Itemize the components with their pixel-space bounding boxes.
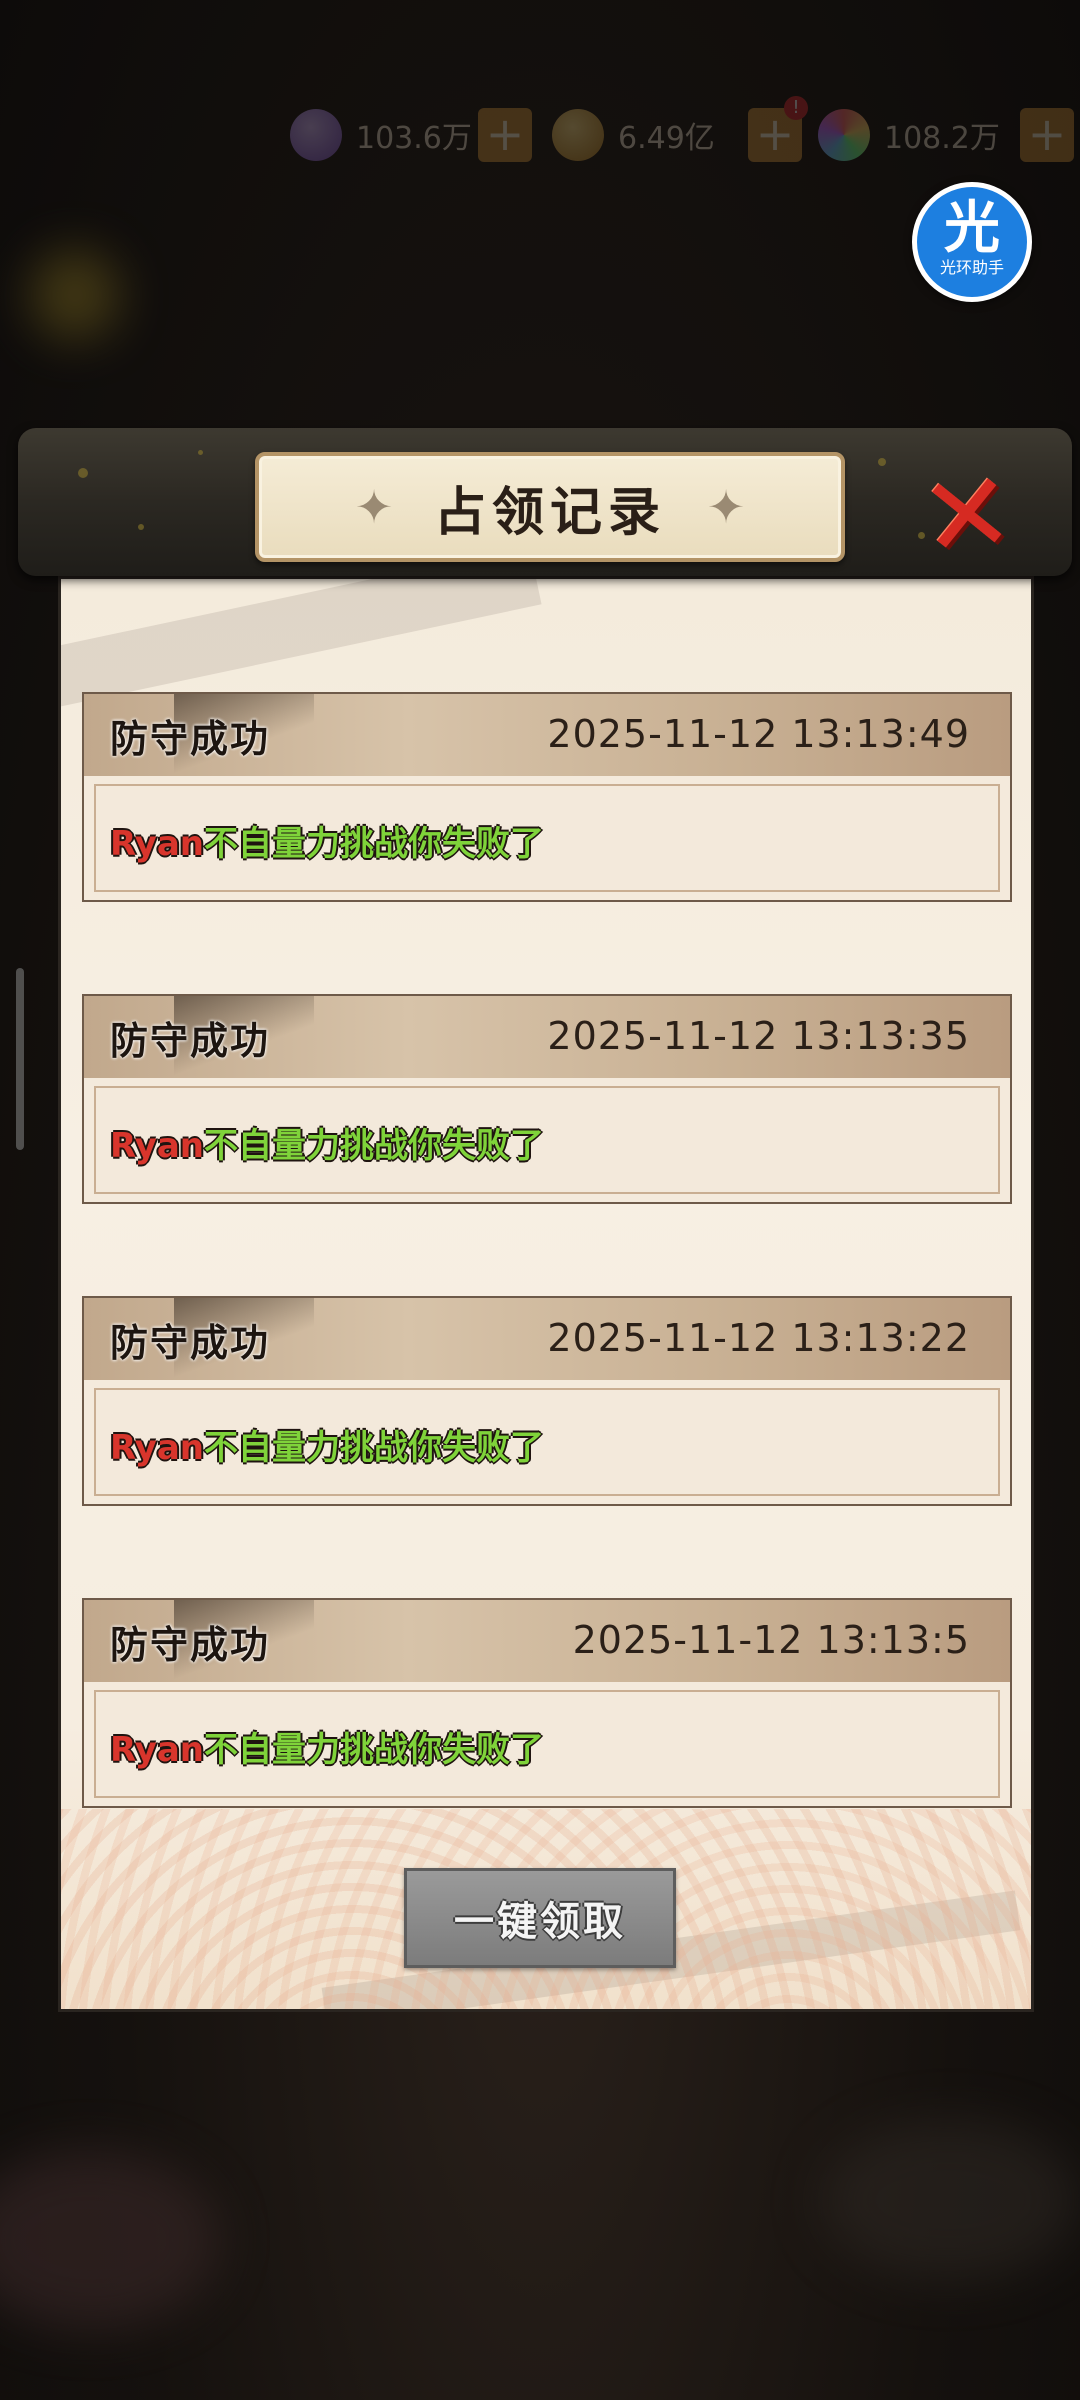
- close-button[interactable]: ✕: [914, 447, 1019, 584]
- opponent-name: Ryan: [110, 1730, 204, 1770]
- record-message: Ryan不自量力挑战你失败了: [110, 816, 544, 865]
- record-text: 不自量力挑战你失败了: [203, 1126, 544, 1166]
- record-body: Ryan不自量力挑战你失败了: [94, 1086, 1000, 1194]
- record-message: Ryan不自量力挑战你失败了: [110, 1420, 544, 1469]
- record-card: 防守成功 2025-11-12 13:13:49 Ryan不自量力挑战你失败了: [82, 692, 1012, 902]
- record-time: 2025-11-12 13:13:49: [547, 712, 970, 756]
- record-time: 2025-11-12 13:13:35: [547, 1014, 970, 1058]
- record-body: Ryan不自量力挑战你失败了: [94, 784, 1000, 892]
- record-time: 2025-11-12 13:13:22: [547, 1316, 970, 1360]
- side-drag-handle[interactable]: [16, 968, 24, 1150]
- record-text: 不自量力挑战你失败了: [203, 1730, 544, 1770]
- record-body: Ryan不自量力挑战你失败了: [94, 1388, 1000, 1496]
- dialog-title: 占领记录: [433, 482, 666, 543]
- opponent-name: Ryan: [110, 1126, 204, 1166]
- notification-badge: !: [784, 96, 808, 120]
- record-card: 防守成功 2025-11-12 13:13:5 Ryan不自量力挑战你失败了: [82, 1598, 1012, 1808]
- record-header: 防守成功 2025-11-12 13:13:22: [84, 1298, 1010, 1380]
- purple-gem-icon: [290, 109, 342, 161]
- resource-value: 6.49亿: [618, 121, 715, 156]
- resource-value: 103.6万: [356, 121, 472, 156]
- resource-coins: 6.49亿: [552, 100, 715, 170]
- record-status: 防守成功: [110, 717, 271, 761]
- record-card: 防守成功 2025-11-12 13:13:22 Ryan不自量力挑战你失败了: [82, 1296, 1012, 1506]
- assistant-logo-icon: 光: [944, 196, 1000, 261]
- assistant-float-button[interactable]: 光 光环助手: [912, 182, 1032, 302]
- add-orbs-button[interactable]: +: [1020, 108, 1074, 162]
- record-status: 防守成功: [110, 1321, 271, 1365]
- record-text: 不自量力挑战你失败了: [203, 1428, 544, 1468]
- resource-orbs: 108.2万: [818, 100, 1000, 170]
- record-header: 防守成功 2025-11-12 13:13:5: [84, 1600, 1010, 1682]
- record-text: 不自量力挑战你失败了: [203, 824, 544, 864]
- add-gems-button[interactable]: +: [478, 108, 532, 162]
- close-icon: ✕: [914, 446, 1020, 584]
- claim-all-button[interactable]: 一键领取: [404, 1868, 676, 1968]
- record-message: Ryan不自量力挑战你失败了: [110, 1722, 544, 1771]
- opponent-name: Ryan: [110, 1428, 204, 1468]
- shuriken-icon: ✦: [354, 480, 394, 534]
- claim-all-label: 一键领取: [454, 1899, 626, 1945]
- shuriken-icon: ✦: [706, 480, 746, 534]
- record-message: Ryan不自量力挑战你失败了: [110, 1118, 544, 1167]
- opponent-name: Ryan: [110, 824, 204, 864]
- record-time: 2025-11-12 13:13:5: [572, 1618, 970, 1662]
- gold-coin-icon: [552, 109, 604, 161]
- record-status: 防守成功: [110, 1623, 271, 1667]
- resource-value: 108.2万: [884, 121, 1000, 156]
- resource-bar: 103.6万 + 6.49亿 + ! 108.2万 +: [290, 96, 1080, 170]
- rainbow-orb-icon: [818, 109, 870, 161]
- record-card: 防守成功 2025-11-12 13:13:35 Ryan不自量力挑战你失败了: [82, 994, 1012, 1204]
- background-glow: [30, 250, 120, 340]
- assistant-label: 光环助手: [939, 258, 1004, 277]
- background-glow: [820, 2120, 1080, 2280]
- record-status: 防守成功: [110, 1019, 271, 1063]
- record-header: 防守成功 2025-11-12 13:13:49: [84, 694, 1010, 776]
- record-header: 防守成功 2025-11-12 13:13:35: [84, 996, 1010, 1078]
- resource-gems: 103.6万: [290, 100, 472, 170]
- title-plaque: ✦ 占领记录 ✦: [255, 452, 845, 562]
- record-body: Ryan不自量力挑战你失败了: [94, 1690, 1000, 1798]
